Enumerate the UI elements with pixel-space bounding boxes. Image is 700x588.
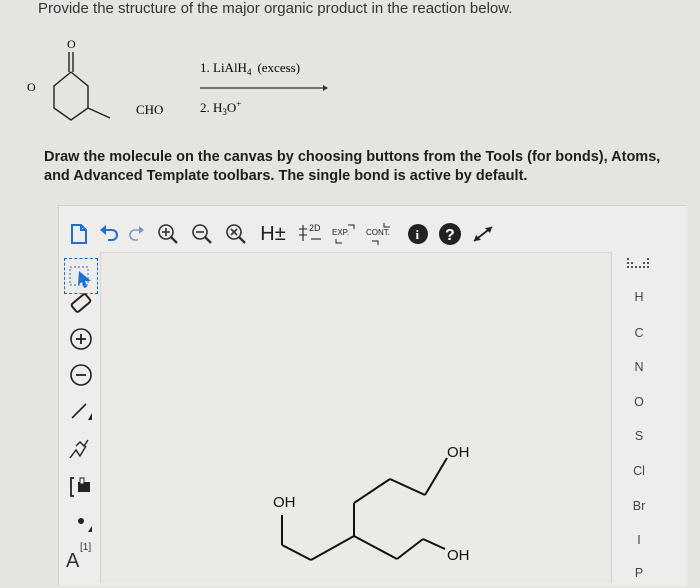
atom-i-button[interactable]: I <box>612 533 666 547</box>
drawing-canvas[interactable]: OH OH OH <box>100 252 612 583</box>
two-d-label: 2D <box>309 223 321 233</box>
atom-cl-button[interactable]: Cl <box>612 464 666 478</box>
atom-dot-icon[interactable] <box>66 508 96 538</box>
top-toolbar: H± 2D EXP. CONT. i ? <box>66 220 536 250</box>
clear-canvas-icon[interactable] <box>222 220 250 248</box>
cho-label: CHO <box>136 102 163 117</box>
atom-h-button[interactable]: H <box>612 290 666 304</box>
reagent-step1: 1. LiAlH4 (excess) <box>200 60 300 77</box>
svg-text:?: ? <box>445 227 455 244</box>
hydrogen-toggle-button[interactable]: H± <box>256 220 290 248</box>
positive-charge-icon[interactable] <box>66 324 96 354</box>
atom-p-button[interactable]: P <box>612 566 666 580</box>
atom-o-button[interactable]: O <box>612 395 666 409</box>
atom-s-button[interactable]: S <box>612 429 666 443</box>
periodic-table-icon[interactable] <box>626 256 652 272</box>
atom-n-button[interactable]: N <box>612 360 666 374</box>
negative-charge-icon[interactable] <box>66 360 96 390</box>
lactone-ring <box>53 71 89 121</box>
ring-oxygen-label: O <box>27 80 36 94</box>
reaction-scheme: O O CHO 1. LiAlH4 (excess) 2. H3O+ <box>27 37 328 121</box>
help-icon[interactable]: ? <box>436 220 464 248</box>
cont-label: CONT. <box>366 228 390 237</box>
eraser-icon[interactable] <box>66 290 96 320</box>
undo-icon[interactable] <box>96 220 122 248</box>
info-icon[interactable]: i <box>404 220 432 248</box>
template-tool-icon[interactable] <box>66 472 96 502</box>
oh-label-left: OH <box>273 494 296 511</box>
drawing-instruction: Draw the molecule on the canvas by choos… <box>44 149 661 184</box>
left-toolbar: A [1] <box>58 250 100 582</box>
carbonyl-oxygen-label: O <box>67 37 76 51</box>
question-prompt: Provide the structure of the major organ… <box>38 0 513 17</box>
single-bond-icon[interactable] <box>66 396 96 426</box>
reagent-step2: 2. H3O+ <box>200 99 241 117</box>
select-tool-button[interactable] <box>64 258 98 294</box>
chain-tool-icon[interactable] <box>66 434 96 464</box>
contract-button[interactable]: CONT. <box>364 220 398 248</box>
atom-br-button[interactable]: Br <box>612 499 666 513</box>
svg-text:i: i <box>416 227 420 242</box>
new-document-icon[interactable] <box>66 220 92 248</box>
atoms-toolbar: H C N O S Cl Br I P <box>612 252 672 582</box>
expand-button[interactable]: EXP. <box>330 220 360 248</box>
oh-label-top: OH <box>447 444 470 461</box>
exp-label: EXP. <box>332 228 349 237</box>
fullscreen-icon[interactable] <box>468 220 498 248</box>
two-d-clean-button[interactable]: 2D <box>296 220 326 248</box>
zoom-in-icon[interactable] <box>154 220 182 248</box>
redo-icon[interactable] <box>124 220 148 248</box>
atom-label-tool[interactable]: A [1] <box>62 540 98 574</box>
atom-index-label: [1] <box>80 542 92 553</box>
drawn-molecule: OH OH OH <box>273 444 470 564</box>
atom-label-a: A <box>66 550 80 572</box>
atom-c-button[interactable]: C <box>612 326 666 340</box>
oh-label-bottom: OH <box>447 547 470 564</box>
zoom-out-icon[interactable] <box>188 220 216 248</box>
